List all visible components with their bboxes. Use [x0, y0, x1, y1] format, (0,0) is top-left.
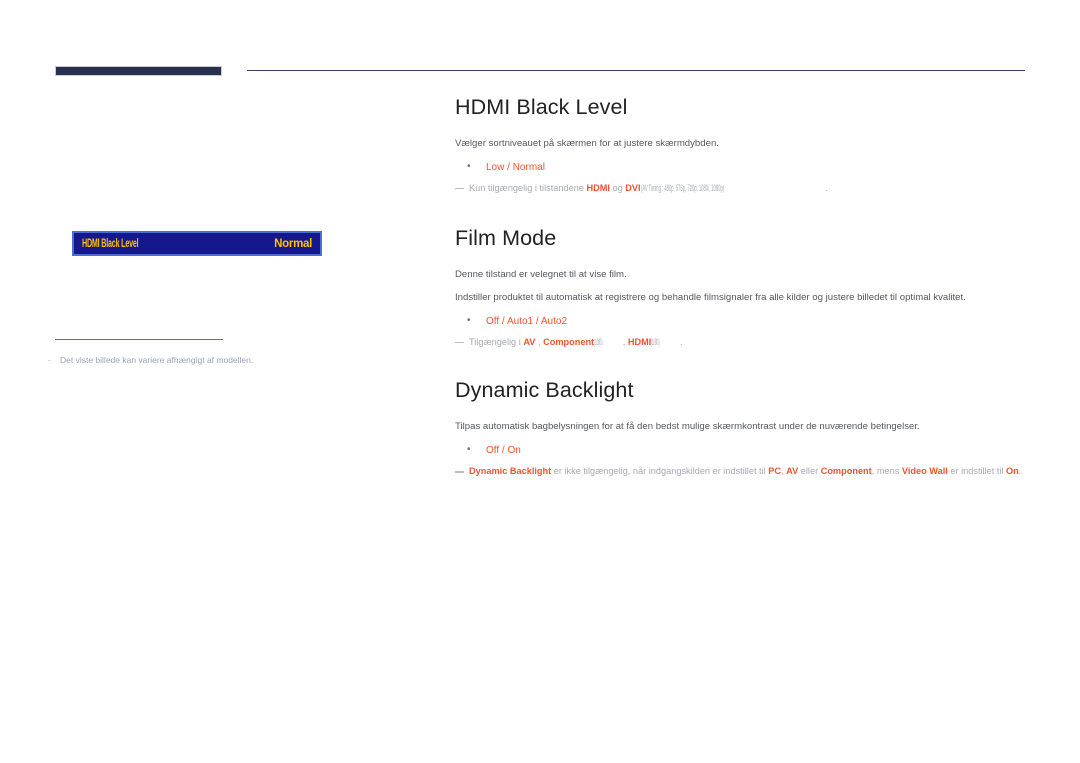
note-timing-detail: (AV Timing : 480p, 576p, 720p, 1080i, 10…: [640, 182, 724, 193]
option-value: Low: [486, 161, 505, 173]
note-highlight: HDMI: [586, 182, 610, 193]
osd-menu-row[interactable]: HDMI Black Level Normal: [72, 231, 322, 256]
note-highlight: On: [1006, 466, 1019, 477]
note-highlight: PC: [768, 466, 782, 477]
option-list: Low / Normal: [455, 159, 1027, 176]
note-text: , mens: [871, 466, 902, 477]
page-title: HDMI Black Level: [455, 95, 628, 119]
main-content: HDMI Black Level Vælger sortniveauet på …: [455, 95, 1027, 483]
note-text: Kun tilgængelig i tilstandene: [469, 182, 587, 193]
option-value: Auto2: [540, 315, 568, 327]
note-highlight: DVI: [625, 182, 641, 193]
option-list-item[interactable]: Off / On: [455, 442, 1027, 459]
section-hdmi-black-level: HDMI Black Level Vælger sortniveauet på …: [455, 95, 1027, 196]
left-footnote: - Det viste billede kan variere afhængigt…: [48, 355, 378, 367]
left-footnote-divider: [55, 339, 223, 340]
note-timing-detail: (1080i): [594, 336, 603, 347]
left-footnote-bullet: -: [48, 355, 51, 365]
option-value: Off: [486, 315, 500, 327]
note-text: .: [825, 182, 828, 193]
note-text: er ikke tilgængelig, når indgangskilden …: [551, 466, 769, 477]
note-highlight: HDMI: [627, 336, 652, 347]
note-text: .: [1018, 466, 1022, 477]
option-value: Normal: [512, 161, 545, 173]
left-illustration-panel: HDMI Black Level Normal - Det viste bille…: [0, 86, 420, 386]
header-rule-thick: [55, 66, 222, 76]
note-highlight: Component: [820, 466, 872, 477]
option-value: Auto1: [506, 315, 534, 327]
option-value: On: [507, 445, 521, 457]
note-text: og: [609, 182, 626, 193]
option-separator: /: [499, 445, 508, 457]
section-description: Denne tilstand er velegnet til at vise f…: [455, 268, 627, 280]
note-text: eller: [798, 466, 821, 477]
option-list-item[interactable]: Off / Auto1 / Auto2: [455, 313, 1027, 330]
option-list: Off / On: [455, 442, 1027, 459]
note-highlight: Video Wall: [901, 466, 948, 477]
section-description: Indstiller produktet til automatisk at r…: [455, 291, 966, 303]
note-text: ,: [535, 336, 544, 347]
note-timing-detail: (1080i): [651, 336, 660, 347]
osd-menu-value: Normal: [274, 237, 312, 250]
section-dynamic-backlight: Dynamic Backlight Tilpas automatisk bagb…: [455, 378, 1027, 479]
section-note: Tilgængelig i AV , Component (1080i), HD…: [455, 336, 1027, 350]
option-list-item[interactable]: Low / Normal: [455, 159, 1027, 176]
section-heading: Film Mode: [455, 225, 557, 250]
header-rule-thin: [247, 70, 1025, 71]
section-film-mode: Film Mode Denne tilstand er velegnet til…: [455, 226, 1027, 350]
left-footnote-text: Det viste billede kan variere afhængigt …: [60, 355, 254, 365]
note-highlight: AV: [786, 466, 799, 477]
note-highlight: Component: [543, 336, 595, 347]
section-note: Kun tilgængelig i tilstandene HDMI og DV…: [455, 182, 1027, 196]
option-separator: /: [504, 161, 513, 173]
section-heading: Dynamic Backlight: [455, 378, 634, 403]
option-separator: /: [533, 315, 541, 327]
section-note: Dynamic Backlight er ikke tilgængelig, n…: [455, 465, 1027, 479]
section-description: Tilpas automatisk bagbelysningen for at …: [455, 421, 920, 433]
section-description: Vælger sortniveauet på skærmen for at ju…: [455, 138, 719, 149]
osd-menu-label: HDMI Black Level: [82, 237, 139, 250]
option-list: Off / Auto1 / Auto2: [455, 313, 1027, 330]
header-rule-group: [55, 64, 1025, 78]
option-separator: /: [499, 315, 507, 327]
note-text: Tilgængelig i: [469, 336, 524, 347]
option-value: Off: [486, 445, 500, 457]
note-text: er indstillet til: [947, 466, 1007, 477]
note-highlight: Dynamic Backlight: [469, 466, 552, 477]
note-highlight: AV: [523, 336, 536, 347]
note-text: .: [679, 336, 683, 347]
